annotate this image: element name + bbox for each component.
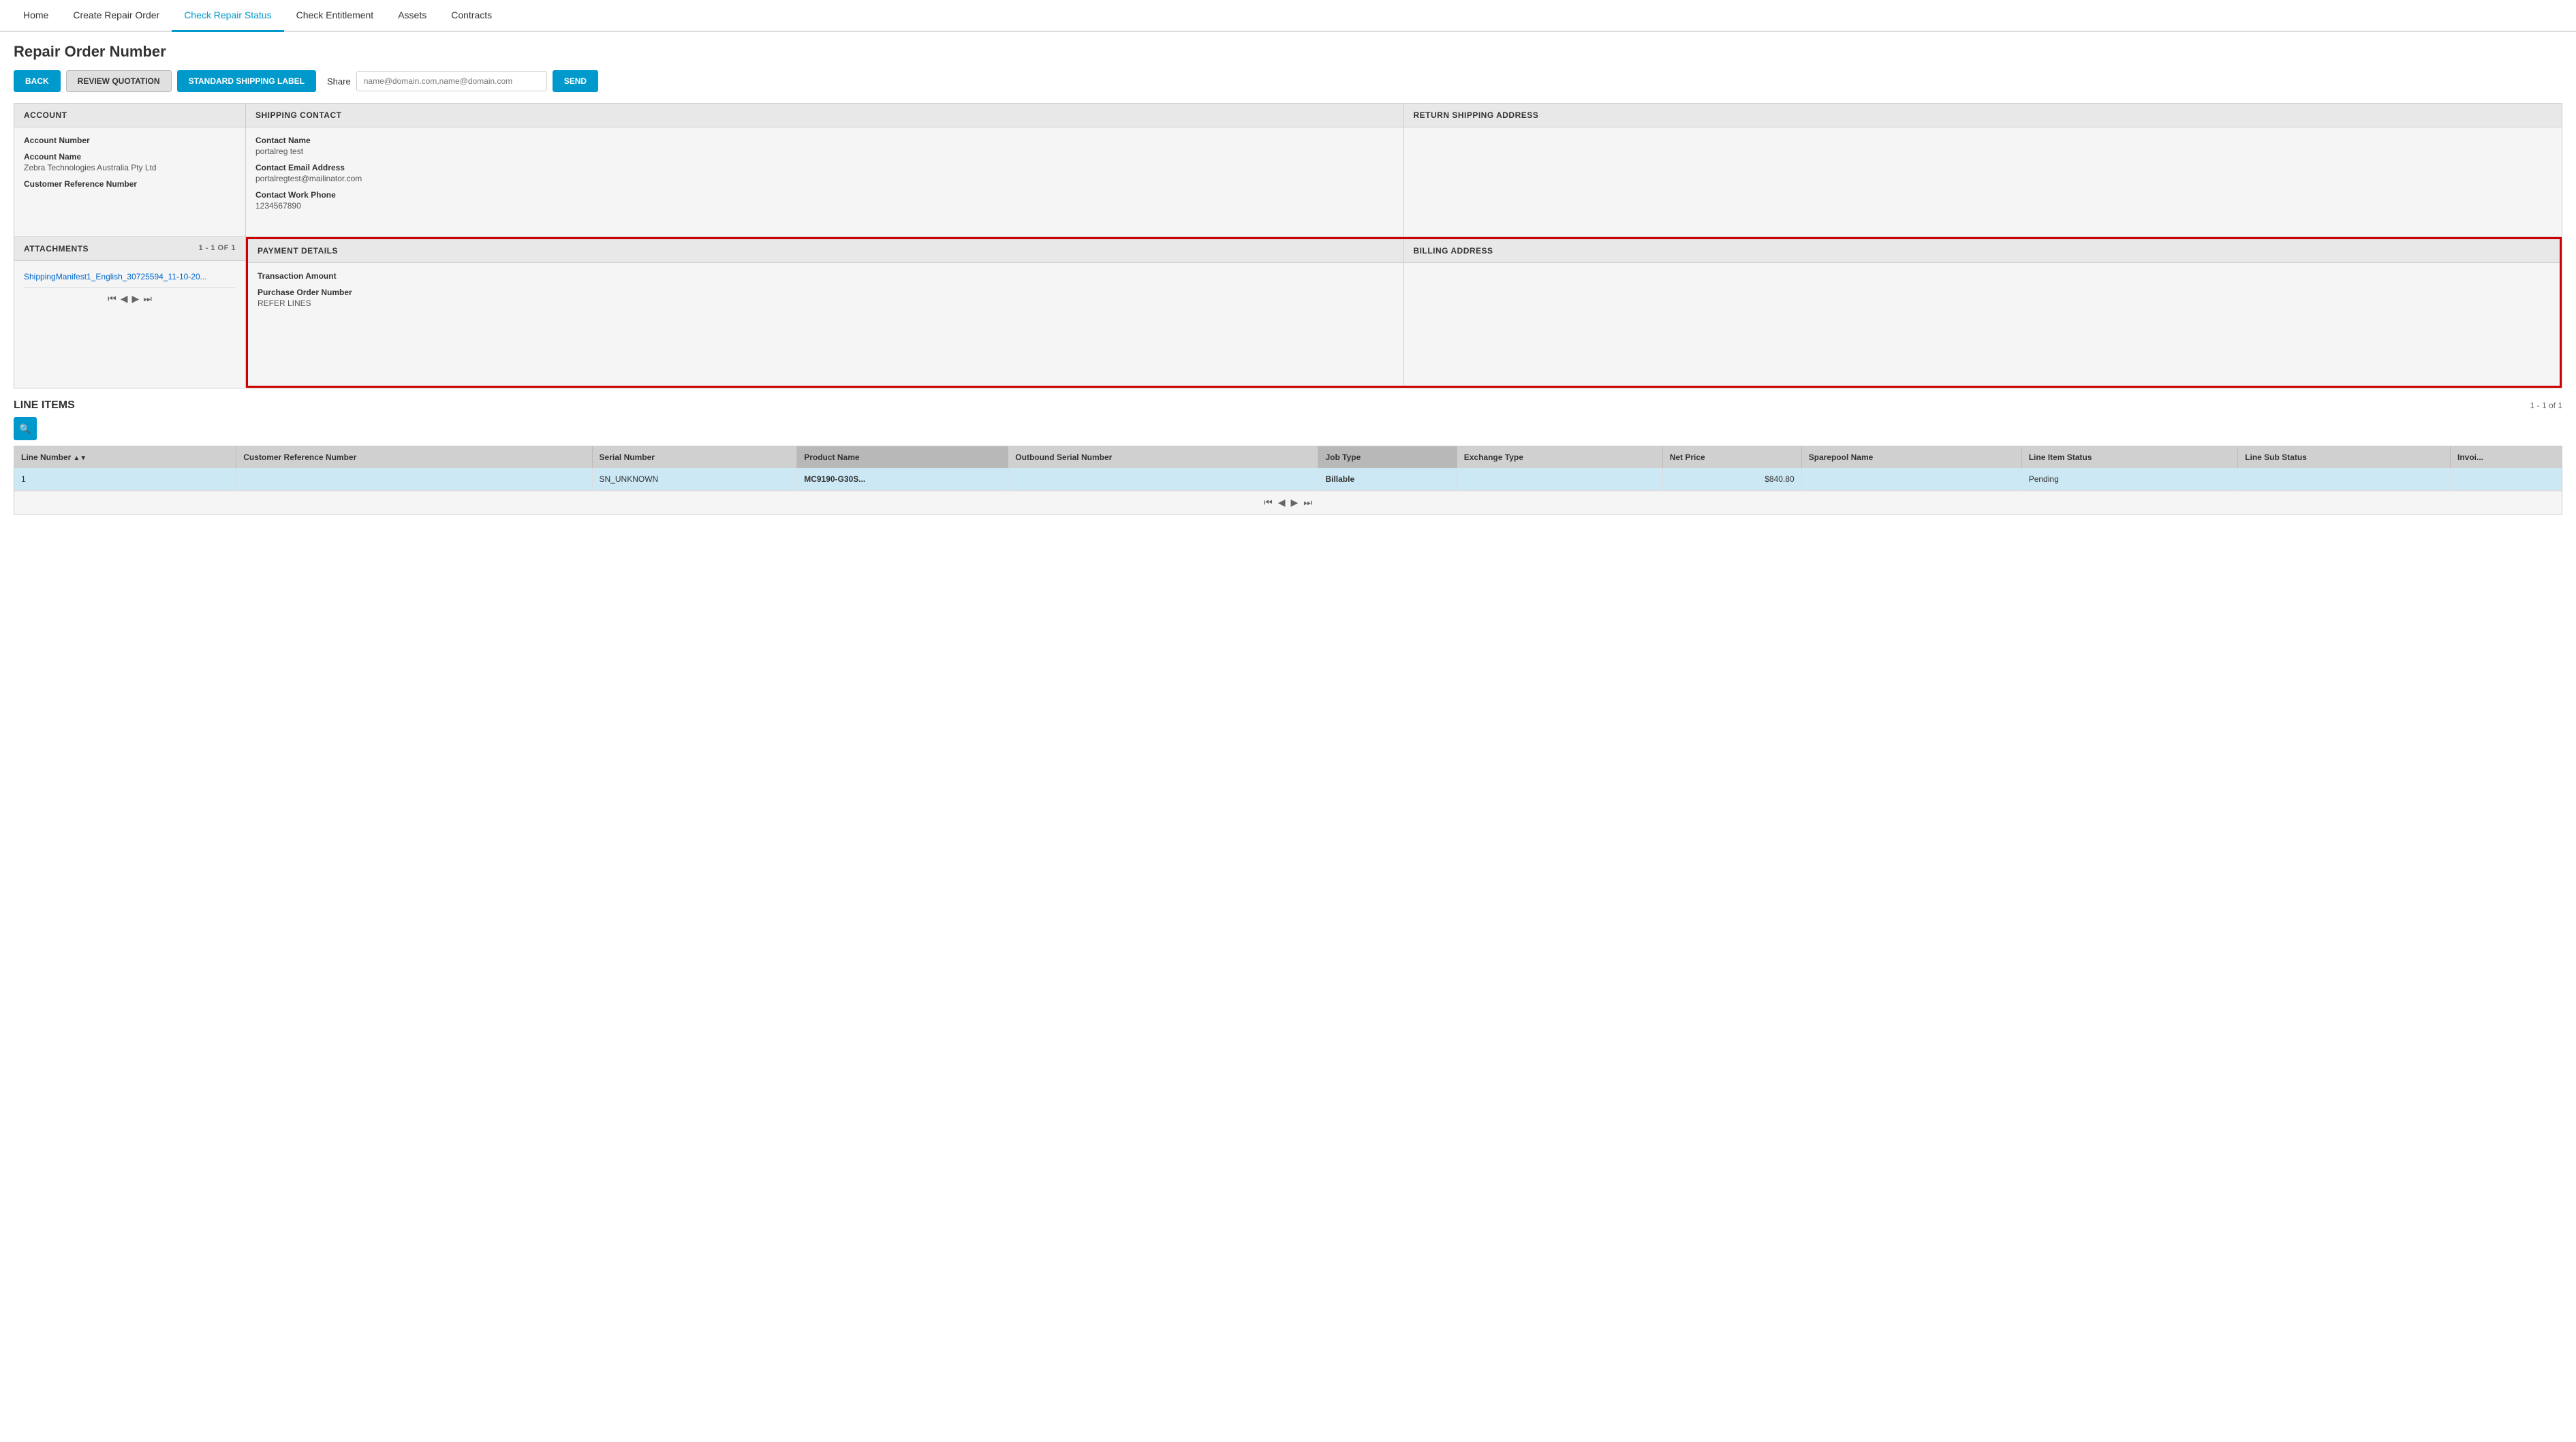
attachments-header: ATTACHMENTS 1 - 1 of 1 xyxy=(14,237,245,261)
cell-line-sub-status xyxy=(2238,468,2451,491)
line-items-search-button[interactable]: 🔍 xyxy=(14,417,37,440)
billing-header: BILLING ADDRESS xyxy=(1404,239,2560,263)
account-number-label: Account Number xyxy=(24,136,236,145)
line-items-title: LINE ITEMS xyxy=(14,399,75,412)
cell-line-number: 1 xyxy=(14,468,236,491)
contact-phone-value: 1234567890 xyxy=(255,201,1394,211)
attachments-pagination: ⏮ ◀ ▶ ⏭ xyxy=(24,287,236,310)
account-body: Account Number Account Name Zebra Techno… xyxy=(14,127,245,236)
shipping-contact-header: SHIPPING CONTACT xyxy=(246,104,1403,127)
nav-item-assets[interactable]: Assets xyxy=(386,0,439,32)
transaction-amount-label: Transaction Amount xyxy=(258,271,1394,281)
line-items-table: Line Number▲▼ Customer Reference Number … xyxy=(14,446,2562,491)
cell-job-type: Billable xyxy=(1318,468,1457,491)
share-email-input[interactable] xyxy=(356,71,547,91)
payment-header: PAYMENT DETAILS xyxy=(248,239,1403,263)
shipping-contact-body: Contact Name portalreg test Contact Emai… xyxy=(246,127,1403,236)
table-next-icon[interactable]: ▶ xyxy=(1291,497,1299,508)
contact-name-value: portalreg test xyxy=(255,147,1394,156)
billing-panel: BILLING ADDRESS xyxy=(1404,239,2560,386)
cell-product-name: MC9190-G30S... xyxy=(797,468,1008,491)
attachments-body: ShippingManifest1_English_30725594_11-10… xyxy=(14,261,245,384)
line-items-table-wrapper: Line Number▲▼ Customer Reference Number … xyxy=(14,446,2562,515)
attachments-count: 1 - 1 of 1 xyxy=(198,244,236,252)
cell-serial-number: SN_UNKNOWN xyxy=(592,468,797,491)
return-shipping-panel: RETURN SHIPPING ADDRESS xyxy=(1404,104,2562,236)
line-items-count: 1 - 1 of 1 xyxy=(2530,401,2562,410)
purchase-order-value: REFER LINES xyxy=(258,298,1394,308)
table-first-icon[interactable]: ⏮ xyxy=(1264,497,1273,508)
attachments-title: ATTACHMENTS xyxy=(24,244,89,254)
page-title: Repair Order Number xyxy=(14,43,2562,61)
attach-first-icon[interactable]: ⏮ xyxy=(108,293,117,305)
attach-prev-icon[interactable]: ◀ xyxy=(121,293,128,305)
navigation-bar: HomeCreate Repair OrderCheck Repair Stat… xyxy=(0,0,2576,32)
table-row[interactable]: 1 SN_UNKNOWN MC9190-G30S... Billable $84… xyxy=(14,468,2562,491)
sort-icon: ▲▼ xyxy=(73,455,87,462)
col-serial-number[interactable]: Serial Number xyxy=(592,446,797,468)
return-shipping-body xyxy=(1404,127,2562,236)
search-icon: 🔍 xyxy=(19,423,31,435)
col-sparepool-name[interactable]: Sparepool Name xyxy=(1801,446,2021,468)
col-net-price[interactable]: Net Price xyxy=(1662,446,1801,468)
col-outbound-serial[interactable]: Outbound Serial Number xyxy=(1008,446,1318,468)
payment-panel: PAYMENT DETAILS Transaction Amount Purch… xyxy=(248,239,1404,386)
cell-customer-ref xyxy=(236,468,592,491)
col-product-name[interactable]: Product Name xyxy=(797,446,1008,468)
customer-ref-label: Customer Reference Number xyxy=(24,179,236,189)
attach-last-icon[interactable]: ⏭ xyxy=(143,293,152,305)
nav-item-create-repair-order[interactable]: Create Repair Order xyxy=(61,0,172,32)
nav-item-home[interactable]: Home xyxy=(11,0,61,32)
table-last-icon[interactable]: ⏭ xyxy=(1303,497,1312,508)
cell-outbound-serial xyxy=(1008,468,1318,491)
back-button[interactable]: BACK xyxy=(14,70,61,92)
nav-item-check-repair-status[interactable]: Check Repair Status xyxy=(172,0,283,32)
col-line-item-status[interactable]: Line Item Status xyxy=(2021,446,2237,468)
line-items-header-row: LINE ITEMS 1 - 1 of 1 xyxy=(14,399,2562,412)
account-name-label: Account Name xyxy=(24,152,236,162)
share-label: Share xyxy=(327,76,351,87)
send-button[interactable]: SEND xyxy=(553,70,598,92)
attachments-panel: ATTACHMENTS 1 - 1 of 1 ShippingManifest1… xyxy=(14,237,246,388)
attachment-link[interactable]: ShippingManifest1_English_30725594_11-10… xyxy=(24,269,236,284)
attach-next-icon[interactable]: ▶ xyxy=(132,293,140,305)
table-pagination: ⏮ ◀ ▶ ⏭ xyxy=(14,491,2562,514)
billing-body xyxy=(1404,263,2560,386)
col-line-number[interactable]: Line Number▲▼ xyxy=(14,446,236,468)
contact-phone-label: Contact Work Phone xyxy=(255,190,1394,200)
col-job-type[interactable]: Job Type xyxy=(1318,446,1457,468)
account-panel: ACCOUNT Account Number Account Name Zebr… xyxy=(14,104,246,236)
contact-email-value: portalregtest@mailinator.com xyxy=(255,174,1394,183)
payment-billing-wrapper: PAYMENT DETAILS Transaction Amount Purch… xyxy=(246,237,2562,388)
cell-exchange-type xyxy=(1457,468,1662,491)
toolbar: BACK REVIEW QUOTATION STANDARD SHIPPING … xyxy=(14,70,2562,92)
payment-body: Transaction Amount Purchase Order Number… xyxy=(248,263,1403,386)
cell-invoice xyxy=(2451,468,2562,491)
col-line-sub-status[interactable]: Line Sub Status xyxy=(2238,446,2451,468)
account-name-value: Zebra Technologies Australia Pty Ltd xyxy=(24,163,236,172)
contact-name-label: Contact Name xyxy=(255,136,1394,145)
cell-sparepool-name xyxy=(1801,468,2021,491)
purchase-order-label: Purchase Order Number xyxy=(258,288,1394,297)
table-header-row: Line Number▲▼ Customer Reference Number … xyxy=(14,446,2562,468)
nav-item-check-entitlement[interactable]: Check Entitlement xyxy=(284,0,386,32)
info-panels-top: ACCOUNT Account Number Account Name Zebr… xyxy=(14,103,2562,237)
nav-item-contracts[interactable]: Contracts xyxy=(439,0,504,32)
cell-line-item-status: Pending xyxy=(2021,468,2237,491)
account-header: ACCOUNT xyxy=(14,104,245,127)
shipping-contact-panel: SHIPPING CONTACT Contact Name portalreg … xyxy=(246,104,1404,236)
page-content: Repair Order Number BACK REVIEW QUOTATIO… xyxy=(0,32,2576,525)
col-exchange-type[interactable]: Exchange Type xyxy=(1457,446,1662,468)
col-customer-ref[interactable]: Customer Reference Number xyxy=(236,446,592,468)
info-panels-bottom: ATTACHMENTS 1 - 1 of 1 ShippingManifest1… xyxy=(14,237,2562,388)
review-quotation-button[interactable]: REVIEW QUOTATION xyxy=(66,70,172,92)
col-invoice[interactable]: Invoi... xyxy=(2451,446,2562,468)
return-shipping-header: RETURN SHIPPING ADDRESS xyxy=(1404,104,2562,127)
cell-net-price: $840.80 xyxy=(1662,468,1801,491)
contact-email-label: Contact Email Address xyxy=(255,163,1394,172)
table-prev-icon[interactable]: ◀ xyxy=(1278,497,1286,508)
standard-shipping-label-button[interactable]: STANDARD SHIPPING LABEL xyxy=(177,70,316,92)
